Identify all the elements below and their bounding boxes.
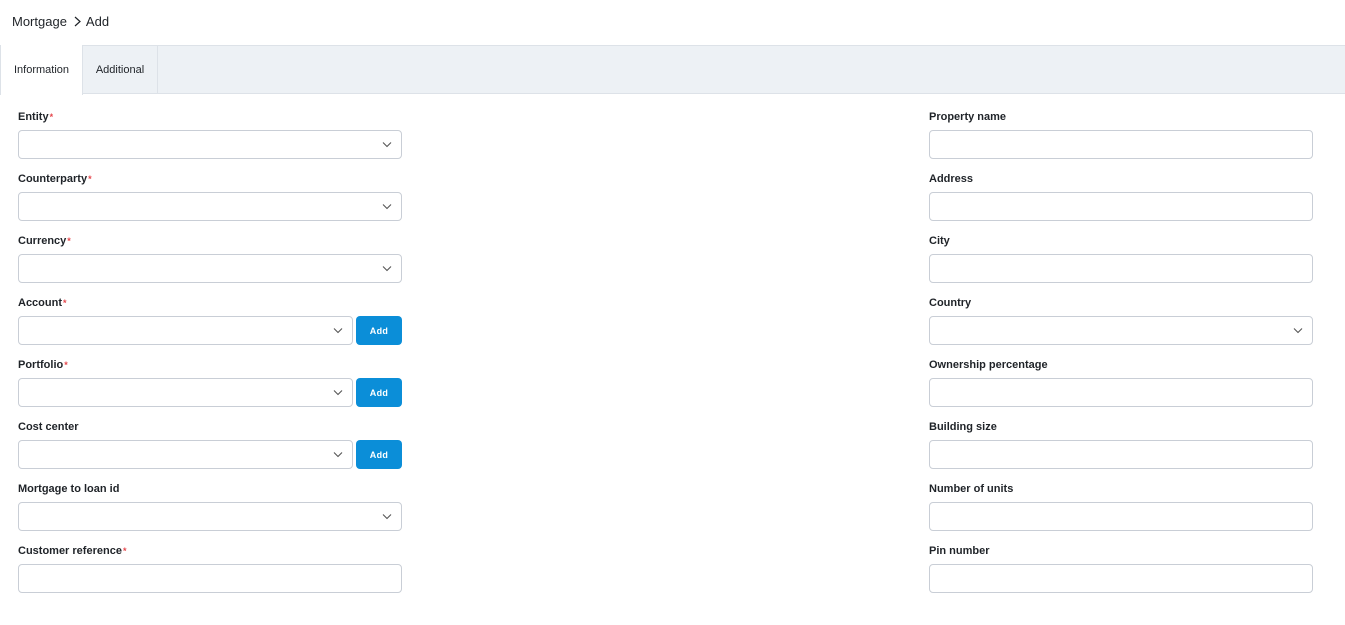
mortgage-to-loan-id-select[interactable] — [18, 502, 402, 531]
mortgage-to-loan-id-label-text: Mortgage to loan id — [18, 483, 120, 495]
country-label: Country — [929, 296, 971, 310]
tab-information-label: Information — [13, 64, 70, 76]
country-label-text: Country — [929, 297, 972, 309]
chevron-down-icon — [1293, 328, 1303, 334]
entity-label: Entity* — [18, 110, 53, 124]
ownership-percentage-field[interactable] — [930, 379, 1312, 406]
entity-label-text: Entity — [18, 111, 49, 123]
required-marker: * — [88, 174, 92, 184]
currency-select[interactable] — [18, 254, 402, 283]
required-marker: * — [63, 298, 67, 308]
portfolio-label-text: Portfolio — [18, 359, 64, 371]
portfolio-label: Portfolio* — [18, 358, 68, 372]
property-name-label: Property name — [929, 110, 1006, 124]
portfolio-select-value[interactable] — [19, 379, 352, 406]
building-size-label: Building size — [929, 420, 997, 434]
counterparty-select[interactable] — [18, 192, 402, 221]
account-select[interactable] — [18, 316, 353, 345]
cost-center-label: Cost center — [18, 420, 79, 434]
number-of-units-field[interactable] — [930, 503, 1312, 530]
account-label-text: Account — [18, 297, 62, 309]
cost-center-label-text: Cost center — [18, 421, 79, 433]
customer-reference-input[interactable] — [18, 564, 402, 593]
required-marker: * — [122, 546, 127, 556]
country-select-value[interactable] — [930, 317, 1312, 344]
city-label: City — [929, 234, 950, 248]
mortgage-to-loan-id-label: Mortgage to loan id — [18, 482, 119, 496]
chevron-down-icon — [333, 390, 343, 396]
add-cost-center-button[interactable]: Add — [356, 440, 402, 469]
country-select[interactable] — [929, 316, 1313, 345]
number-of-units-label-text: Number of units — [929, 483, 1014, 495]
add-account-button[interactable]: Add — [356, 316, 402, 345]
counterparty-label-text: Counterparty — [18, 173, 88, 185]
chevron-down-icon — [382, 142, 392, 148]
customer-reference-label-text: Customer reference — [18, 545, 122, 557]
counterparty-select-value[interactable] — [19, 193, 401, 220]
chevron-down-icon — [333, 452, 343, 458]
pin-number-field[interactable] — [930, 565, 1312, 592]
number-of-units-input[interactable] — [929, 502, 1313, 531]
pin-number-label: Pin number — [929, 544, 990, 558]
breadcrumb-current: Add — [85, 13, 110, 29]
currency-label: Currency* — [18, 234, 71, 248]
tab-bar: Information Additional — [0, 45, 1345, 95]
add-portfolio-button[interactable]: Add — [356, 378, 402, 407]
customer-reference-field[interactable] — [19, 565, 401, 592]
property-name-label-text: Property name — [929, 111, 1007, 123]
ownership-percentage-label-text: Ownership percentage — [929, 359, 1048, 371]
building-size-field[interactable] — [930, 441, 1312, 468]
required-marker: * — [67, 236, 71, 246]
customer-reference-label: Customer reference* — [18, 544, 126, 558]
building-size-label-text: Building size — [929, 421, 997, 433]
city-field[interactable] — [930, 255, 1312, 282]
portfolio-select[interactable] — [18, 378, 353, 407]
cost-center-select[interactable] — [18, 440, 353, 469]
account-select-value[interactable] — [19, 317, 352, 344]
tab-information[interactable]: Information — [0, 45, 83, 95]
tab-additional-label: Additional — [95, 63, 145, 76]
chevron-down-icon — [333, 328, 343, 334]
entity-select[interactable] — [18, 130, 402, 159]
account-label: Account* — [18, 296, 67, 310]
city-label-text: City — [929, 235, 950, 247]
cost-center-select-value[interactable] — [19, 441, 352, 468]
address-label: Address — [929, 172, 973, 186]
ownership-percentage-input[interactable] — [929, 378, 1313, 407]
address-input[interactable] — [929, 192, 1313, 221]
tab-additional[interactable]: Additional — [83, 45, 158, 94]
required-marker: * — [64, 360, 68, 370]
breadcrumb-parent[interactable]: Mortgage — [12, 14, 67, 29]
property-name-field[interactable] — [930, 131, 1312, 158]
currency-select-value[interactable] — [19, 255, 401, 282]
currency-label-text: Currency — [18, 235, 67, 247]
required-marker: * — [49, 112, 54, 122]
breadcrumb: Mortgage Add — [12, 12, 109, 30]
entity-select-value[interactable] — [19, 131, 401, 158]
city-input[interactable] — [929, 254, 1313, 283]
address-label-text: Address — [929, 173, 974, 185]
chevron-down-icon — [382, 204, 392, 210]
chevron-right-icon — [74, 16, 81, 27]
pin-number-input[interactable] — [929, 564, 1313, 593]
ownership-percentage-label: Ownership percentage — [929, 358, 1048, 372]
pin-number-label-text: Pin number — [929, 545, 990, 557]
property-name-input[interactable] — [929, 130, 1313, 159]
building-size-input[interactable] — [929, 440, 1313, 469]
mortgage-to-loan-id-select-value[interactable] — [19, 503, 401, 530]
number-of-units-label: Number of units — [929, 482, 1013, 496]
chevron-down-icon — [382, 266, 392, 272]
chevron-down-icon — [382, 514, 392, 520]
address-field[interactable] — [930, 193, 1312, 220]
counterparty-label: Counterparty* — [18, 172, 92, 186]
